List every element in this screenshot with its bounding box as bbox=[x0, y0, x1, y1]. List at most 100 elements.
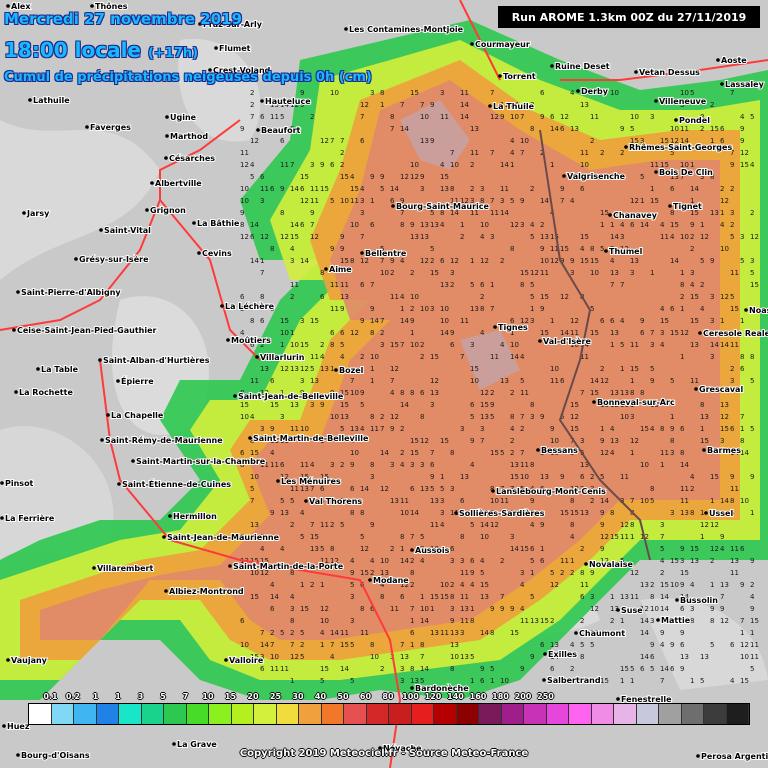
precip-value: 7 bbox=[430, 449, 434, 457]
precip-value: 2 bbox=[310, 581, 314, 589]
model-run-label: Run AROME 1.3km 00Z du 27/11/2019 bbox=[498, 6, 760, 28]
precip-value: 14 bbox=[640, 653, 649, 661]
precip-value: 14 bbox=[460, 113, 469, 121]
precip-value: 15 bbox=[340, 173, 349, 181]
precip-value: 10 bbox=[330, 413, 339, 421]
precip-value: 7 bbox=[650, 329, 654, 337]
precip-value: 6 bbox=[740, 365, 745, 373]
precip-value: 3 bbox=[410, 461, 414, 469]
precip-value: 8 bbox=[420, 641, 424, 649]
precip-value: 14 bbox=[420, 617, 429, 625]
precip-value: 8 bbox=[450, 449, 454, 457]
precip-value: 3 bbox=[730, 209, 734, 217]
forecast-offset: (+17h) bbox=[147, 46, 199, 61]
precip-value: 11 bbox=[260, 185, 269, 193]
precip-value: 5 bbox=[430, 245, 434, 253]
precip-value: 15 bbox=[580, 233, 589, 241]
precip-value: 2 bbox=[470, 185, 474, 193]
place-dot bbox=[604, 249, 608, 253]
precip-value: 12 bbox=[530, 269, 539, 277]
precip-value: 1 bbox=[260, 257, 264, 265]
precip-value: 4 bbox=[350, 173, 355, 181]
precip-value: 10 bbox=[400, 509, 409, 517]
precip-value: 14 bbox=[600, 497, 609, 505]
precip-value: 2 bbox=[420, 341, 424, 349]
place-dot bbox=[0, 481, 4, 485]
precip-value: 3 bbox=[350, 617, 354, 625]
precip-value: 8 bbox=[280, 209, 284, 217]
precip-value: 2 bbox=[480, 293, 484, 301]
precip-value: 13 bbox=[400, 653, 409, 661]
precip-value: 2 bbox=[330, 521, 334, 529]
precip-value: 6 bbox=[470, 557, 475, 565]
precip-value: 12 bbox=[450, 257, 459, 265]
precip-value: 8 bbox=[410, 569, 414, 577]
place-dot bbox=[100, 438, 104, 442]
precip-value: 2 bbox=[400, 425, 404, 433]
precip-value: 2 bbox=[690, 233, 694, 241]
precip-value: 8 bbox=[530, 125, 534, 133]
precip-value: 3 bbox=[730, 377, 734, 385]
precip-value: 7 bbox=[380, 317, 384, 325]
precip-value: 14 bbox=[290, 221, 299, 229]
precip-value: 5 bbox=[350, 581, 354, 589]
precip-value: 8 bbox=[450, 665, 454, 673]
precip-value: 4 bbox=[360, 425, 365, 433]
place-label: Huez bbox=[7, 722, 30, 731]
precip-value: 14 bbox=[610, 233, 619, 241]
precip-value: 2 bbox=[680, 293, 684, 301]
precip-value: 2 bbox=[510, 389, 514, 397]
precip-value: 6 bbox=[600, 317, 605, 325]
precip-value: 12 bbox=[750, 233, 759, 241]
precip-value: 6 bbox=[240, 449, 245, 457]
precip-value: 15 bbox=[430, 593, 439, 601]
precip-value: 11 bbox=[440, 113, 449, 121]
place-label: Vetan Dessus bbox=[639, 68, 700, 77]
precip-value: 7 bbox=[310, 521, 314, 529]
precip-value: 12 bbox=[350, 329, 359, 337]
precip-value: 3 bbox=[740, 233, 744, 241]
precip-value: 5 bbox=[440, 485, 444, 493]
precip-value: 3 bbox=[460, 557, 464, 565]
place-dot bbox=[260, 99, 264, 103]
precip-value: 13 bbox=[290, 365, 299, 373]
precip-value: 15 bbox=[660, 581, 669, 589]
legend-label: 0.1 bbox=[43, 692, 58, 701]
precip-value: 1 bbox=[690, 677, 694, 685]
precip-value: 6 bbox=[550, 113, 555, 121]
precip-value: 7 bbox=[250, 497, 254, 505]
precip-value: 5 bbox=[510, 197, 514, 205]
legend-swatch bbox=[681, 704, 704, 724]
legend-swatch bbox=[636, 704, 659, 724]
precip-value: 6 bbox=[670, 185, 675, 193]
precip-value: 15 bbox=[570, 509, 579, 517]
precip-value: 5 bbox=[650, 365, 654, 373]
precip-value: 14 bbox=[410, 509, 419, 517]
precip-value: 6 bbox=[640, 329, 645, 337]
precip-value: 15 bbox=[750, 617, 759, 625]
precip-value: 13 bbox=[680, 653, 689, 661]
precip-value: 3 bbox=[460, 629, 464, 637]
precip-value: 1 bbox=[720, 317, 724, 325]
precip-value: 11 bbox=[680, 497, 689, 505]
precip-value: 9 bbox=[390, 425, 394, 433]
precip-value: 7 bbox=[480, 437, 484, 445]
precip-value: 15 bbox=[510, 629, 519, 637]
place-dot bbox=[165, 115, 169, 119]
precip-value: 7 bbox=[420, 101, 424, 109]
precip-value: 11 bbox=[490, 209, 499, 217]
legend-swatch bbox=[411, 704, 434, 724]
precip-value: 11 bbox=[460, 89, 469, 97]
precip-value: 7 bbox=[400, 341, 404, 349]
precip-value: 11 bbox=[520, 461, 529, 469]
snow-accumulation-map: 2 9 10 3 8 15 3 11 7 6 4 8 7 10 10 5 72 13 14 12 9 12 1 7 7 9 14 11… bbox=[0, 0, 768, 768]
precip-value: 5 bbox=[730, 233, 734, 241]
precip-value: 6 bbox=[340, 329, 345, 337]
precip-value: 6 bbox=[610, 317, 615, 325]
precip-value: 4 bbox=[720, 221, 725, 229]
legend-label: 200 bbox=[514, 692, 532, 701]
place-label: Modane bbox=[373, 576, 409, 585]
precip-value: 13 bbox=[430, 221, 439, 229]
precip-value: 9 bbox=[710, 605, 714, 613]
precip-value: 3 bbox=[430, 401, 434, 409]
